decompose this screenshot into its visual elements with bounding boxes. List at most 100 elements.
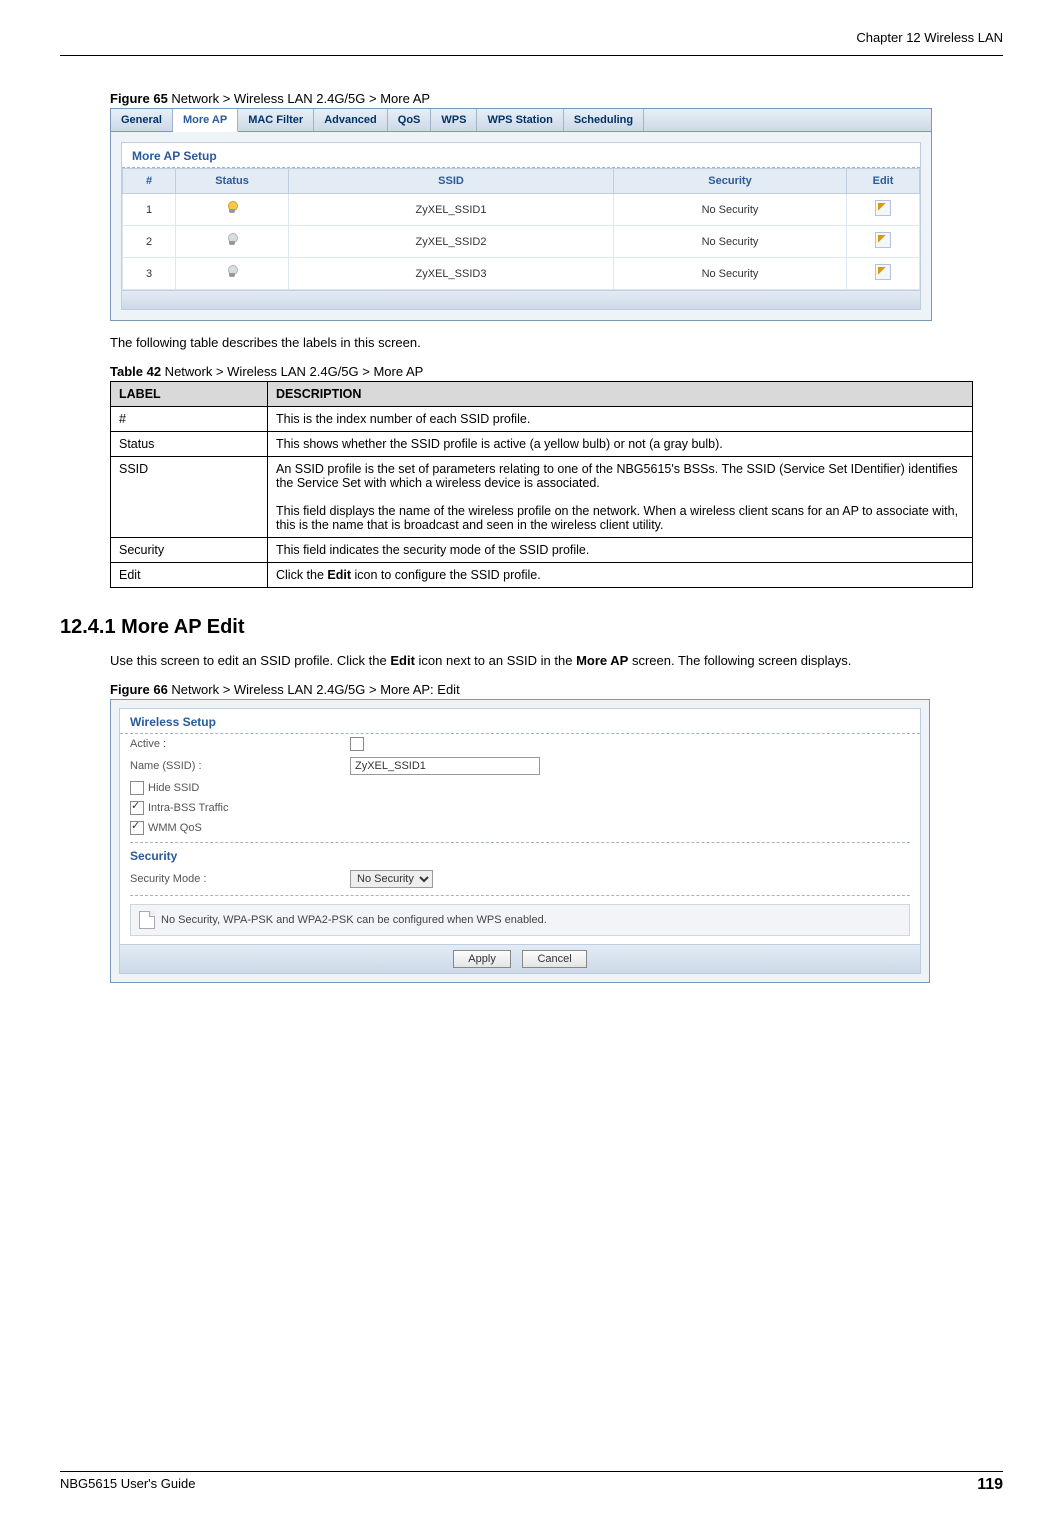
- desc-text: This field indicates the security mode o…: [268, 538, 973, 563]
- tab-scheduling[interactable]: Scheduling: [564, 109, 644, 131]
- tab-wps[interactable]: WPS: [431, 109, 477, 131]
- apply-button[interactable]: Apply: [453, 950, 511, 968]
- desc-label: Security: [111, 538, 268, 563]
- row-security: No Security: [614, 194, 847, 226]
- paragraph-text: screen. The following screen displays.: [628, 653, 851, 668]
- desc-text: This shows whether the SSID profile is a…: [268, 432, 973, 457]
- table-row: 3 ZyXEL_SSID3No Security: [123, 258, 920, 290]
- row-ssid: ZyXEL_SSID1: [289, 194, 614, 226]
- tab-mac-filter[interactable]: MAC Filter: [238, 109, 314, 131]
- wmm-qos-label: WMM QoS: [148, 822, 202, 834]
- desc-label: Status: [111, 432, 268, 457]
- desc-text: Click the Edit icon to configure the SSI…: [268, 563, 973, 588]
- wmm-qos-checkbox[interactable]: [130, 821, 144, 835]
- figure-66-panel: Wireless Setup Active : Name (SSID) : Hi…: [110, 699, 930, 983]
- chapter-header: Chapter 12 Wireless LAN: [60, 30, 1003, 49]
- cancel-button[interactable]: Cancel: [522, 950, 586, 968]
- wps-note-text: No Security, WPA-PSK and WPA2-PSK can be…: [161, 914, 547, 926]
- row-index: 1: [123, 194, 176, 226]
- row-index: 3: [123, 258, 176, 290]
- active-label: Active :: [130, 738, 350, 750]
- table-42-header-description: DESCRIPTION: [268, 382, 973, 407]
- tab-strip: GeneralMore APMAC FilterAdvancedQoSWPSWP…: [111, 109, 931, 132]
- column-header: SSID: [289, 169, 614, 194]
- column-header: #: [123, 169, 176, 194]
- figure-66-label: Figure 66: [110, 682, 168, 697]
- row-edit: [847, 226, 920, 258]
- footer-page-number: 119: [977, 1476, 1003, 1494]
- figure-65-caption: Figure 65 Network > Wireless LAN 2.4G/5G…: [110, 91, 973, 106]
- edit-bold: Edit: [390, 653, 415, 668]
- figure-65-path: Network > Wireless LAN 2.4G/5G > More AP: [168, 91, 430, 106]
- table-row: SecurityThis field indicates the securit…: [111, 538, 973, 563]
- bulb-icon: [226, 201, 238, 215]
- more-ap-setup-title: More AP Setup: [122, 143, 920, 168]
- figure-65-label: Figure 65: [110, 91, 168, 106]
- panel-bottom-bar: [122, 290, 920, 309]
- edit-icon[interactable]: [875, 264, 891, 280]
- figure-66-path: Network > Wireless LAN 2.4G/5G > More AP…: [168, 682, 460, 697]
- intra-bss-checkbox[interactable]: [130, 801, 144, 815]
- table-42-path: Network > Wireless LAN 2.4G/5G > More AP: [161, 364, 423, 379]
- edit-icon[interactable]: [875, 200, 891, 216]
- row-ssid: ZyXEL_SSID3: [289, 258, 614, 290]
- tab-advanced[interactable]: Advanced: [314, 109, 388, 131]
- desc-text: An SSID profile is the set of parameters…: [268, 457, 973, 538]
- figure-66-caption: Figure 66 Network > Wireless LAN 2.4G/5G…: [110, 682, 973, 697]
- tab-qos[interactable]: QoS: [388, 109, 432, 131]
- row-status: [176, 194, 289, 226]
- row-security: No Security: [614, 258, 847, 290]
- row-ssid: ZyXEL_SSID2: [289, 226, 614, 258]
- security-mode-select[interactable]: No Security: [350, 870, 433, 888]
- paragraph-text: icon next to an SSID in the: [415, 653, 576, 668]
- more-ap-table: #StatusSSIDSecurityEdit 1 ZyXEL_SSID1No S…: [122, 168, 920, 290]
- tab-wps-station[interactable]: WPS Station: [477, 109, 563, 131]
- hide-ssid-label: Hide SSID: [148, 782, 199, 794]
- column-header: Security: [614, 169, 847, 194]
- table-row: #This is the index number of each SSID p…: [111, 407, 973, 432]
- desc-label: #: [111, 407, 268, 432]
- row-edit: [847, 194, 920, 226]
- intra-bss-label: Intra-BSS Traffic: [148, 802, 229, 814]
- table-42-header-label: LABEL: [111, 382, 268, 407]
- table-row: 1 ZyXEL_SSID1No Security: [123, 194, 920, 226]
- note-icon: [139, 911, 155, 929]
- intro-paragraph: The following table describes the labels…: [110, 335, 973, 350]
- desc-label: SSID: [111, 457, 268, 538]
- name-ssid-input[interactable]: [350, 757, 540, 775]
- bulb-icon: [226, 265, 238, 279]
- figure-65-panel: GeneralMore APMAC FilterAdvancedQoSWPSWP…: [110, 108, 932, 321]
- table-42: LABEL DESCRIPTION #This is the index num…: [110, 381, 973, 588]
- desc-text: This is the index number of each SSID pr…: [268, 407, 973, 432]
- active-checkbox[interactable]: [350, 737, 364, 751]
- desc-label: Edit: [111, 563, 268, 588]
- row-status: [176, 258, 289, 290]
- footer-guide-name: NBG5615 User's Guide: [60, 1476, 195, 1494]
- wireless-setup-title: Wireless Setup: [120, 709, 920, 734]
- table-42-caption: Table 42 Network > Wireless LAN 2.4G/5G …: [110, 364, 973, 379]
- name-ssid-label: Name (SSID) :: [130, 760, 350, 772]
- paragraph-text: Use this screen to edit an SSID profile.…: [110, 653, 390, 668]
- hide-ssid-checkbox[interactable]: [130, 781, 144, 795]
- column-header: Edit: [847, 169, 920, 194]
- row-status: [176, 226, 289, 258]
- section-12-4-1-heading: 12.4.1 More AP Edit: [60, 616, 973, 639]
- security-title: Security: [120, 847, 920, 867]
- bulb-icon: [226, 233, 238, 247]
- table-row: EditClick the Edit icon to configure the…: [111, 563, 973, 588]
- more-ap-bold: More AP: [576, 653, 628, 668]
- security-mode-label: Security Mode :: [130, 873, 350, 885]
- section-12-4-1-paragraph: Use this screen to edit an SSID profile.…: [110, 653, 973, 668]
- wps-note-box: No Security, WPA-PSK and WPA2-PSK can be…: [130, 904, 910, 936]
- row-edit: [847, 258, 920, 290]
- table-row: SSIDAn SSID profile is the set of parame…: [111, 457, 973, 538]
- table-row: 2 ZyXEL_SSID2No Security: [123, 226, 920, 258]
- table-42-label: Table 42: [110, 364, 161, 379]
- tab-more-ap[interactable]: More AP: [173, 109, 238, 132]
- column-header: Status: [176, 169, 289, 194]
- table-row: StatusThis shows whether the SSID profil…: [111, 432, 973, 457]
- row-index: 2: [123, 226, 176, 258]
- tab-general[interactable]: General: [111, 109, 173, 131]
- row-security: No Security: [614, 226, 847, 258]
- edit-icon[interactable]: [875, 232, 891, 248]
